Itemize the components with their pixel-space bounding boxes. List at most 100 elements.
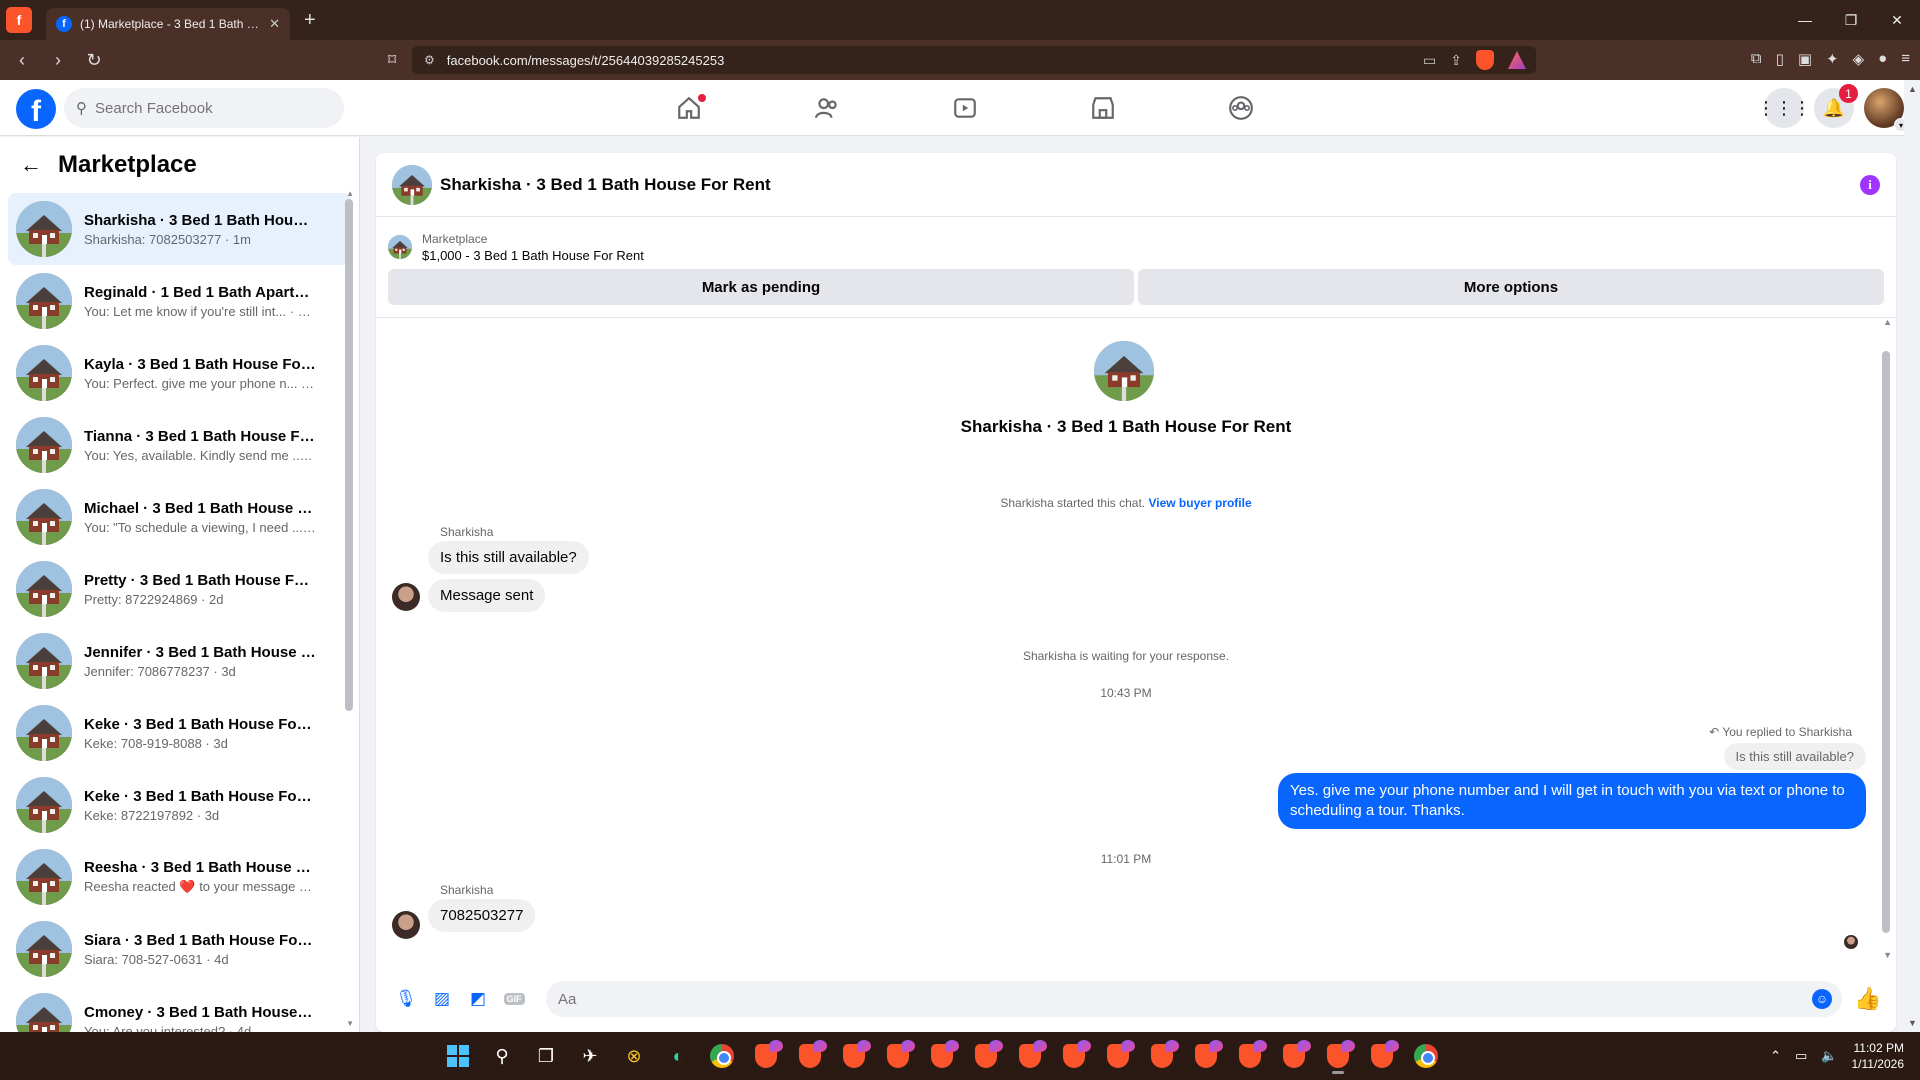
listing-summary[interactable]: Marketplace $1,000 - 3 Bed 1 Bath House … <box>376 217 1896 269</box>
start-button[interactable] <box>440 1038 476 1074</box>
conversation-item[interactable]: Reesha · 3 Bed 1 Bath House For Rent Rees… <box>8 841 351 913</box>
sender-avatar[interactable] <box>392 583 420 611</box>
conversation-item[interactable]: Jennifer · 3 Bed 1 Bath House For Rent Je… <box>8 625 351 697</box>
intro-avatar[interactable] <box>1094 341 1154 401</box>
search-box[interactable]: ⚲ <box>64 88 344 128</box>
taskbar-search-icon[interactable]: ⚲ <box>484 1038 520 1074</box>
message-bubble[interactable]: Is this still available? <box>428 541 589 574</box>
conversation-item[interactable]: Michael · 3 Bed 1 Bath House For Rent You… <box>8 481 351 553</box>
chat-scrollbar[interactable] <box>1882 351 1890 933</box>
edge-icon[interactable]: ◐ <box>660 1038 696 1074</box>
minimize-icon[interactable]: — <box>1782 0 1828 40</box>
scroll-up-icon[interactable]: ▲ <box>346 189 354 198</box>
app-icon[interactable]: ✈ <box>572 1038 608 1074</box>
close-window-icon[interactable]: ✕ <box>1874 0 1920 40</box>
cast-icon[interactable]: ▭ <box>1423 52 1436 69</box>
conversation-item[interactable]: Keke · 3 Bed 1 Bath House For Rent Keke: … <box>8 769 351 841</box>
brave-taskbar-icon[interactable] <box>1012 1038 1048 1074</box>
message-bubble[interactable]: 7082503277 <box>428 899 536 932</box>
more-options-button[interactable]: More options <box>1138 269 1884 305</box>
leo-ai-icon[interactable]: ✦ <box>1826 50 1839 68</box>
gif-icon[interactable]: GIF <box>496 981 532 1017</box>
brave-taskbar-icon[interactable] <box>924 1038 960 1074</box>
address-bar[interactable]: ⚙ facebook.com/messages/t/25644039285245… <box>412 46 1536 74</box>
brave-taskbar-icon[interactable] <box>1144 1038 1180 1074</box>
share-icon[interactable]: ⇪ <box>1450 52 1462 69</box>
brave-taskbar-icon[interactable] <box>968 1038 1004 1074</box>
thumbs-up-icon[interactable]: 👍 <box>1850 981 1886 1017</box>
chat-avatar[interactable] <box>392 164 432 205</box>
tray-chevron-up-icon[interactable]: ⌃ <box>1770 1048 1781 1064</box>
brave-shields-icon[interactable] <box>1476 50 1494 70</box>
conversation-item[interactable]: Siara · 3 Bed 1 Bath House For Rent Siara… <box>8 913 351 985</box>
nav-friends[interactable] <box>758 80 896 136</box>
notifications-button[interactable]: 🔔 1 <box>1814 84 1858 128</box>
vpn-icon[interactable]: ◈ <box>1853 50 1865 68</box>
conversation-item[interactable]: Keke · 3 Bed 1 Bath House For Rent Keke: … <box>8 697 351 769</box>
profile-icon[interactable]: ● <box>1878 50 1887 68</box>
brave-taskbar-icon[interactable] <box>1100 1038 1136 1074</box>
brave-taskbar-icon[interactable] <box>748 1038 784 1074</box>
brave-taskbar-icon[interactable] <box>792 1038 828 1074</box>
scroll-down-icon[interactable]: ▼ <box>346 1019 354 1028</box>
page-scrollbar[interactable]: ▲ ▼ <box>1904 80 1920 1032</box>
conversation-item[interactable]: Cmoney · 3 Bed 1 Bath House For Rent You:… <box>8 985 351 1032</box>
facebook-logo-icon[interactable]: f <box>16 89 56 129</box>
chrome-taskbar-icon[interactable] <box>1408 1038 1444 1074</box>
sticker-icon[interactable]: ◩ <box>460 981 496 1017</box>
tab-close-icon[interactable]: ✕ <box>269 16 280 32</box>
microphone-icon[interactable]: 🎙 <box>388 981 424 1017</box>
brave-menu-icon[interactable]: f <box>6 7 32 33</box>
message-input[interactable] <box>558 990 1458 1008</box>
search-input[interactable] <box>95 99 295 117</box>
nav-marketplace[interactable] <box>1034 80 1172 136</box>
quoted-message[interactable]: Is this still available? <box>1723 743 1866 770</box>
menu-icon[interactable]: ≡ <box>1901 50 1910 68</box>
conversation-item[interactable]: Sharkisha · 3 Bed 1 Bath House For Rent S… <box>8 193 351 265</box>
back-icon[interactable]: ‹ <box>8 46 36 74</box>
photo-icon[interactable]: ▨ <box>424 981 460 1017</box>
brave-taskbar-icon[interactable] <box>880 1038 916 1074</box>
nav-groups[interactable] <box>1172 80 1310 136</box>
conversation-item[interactable]: Kayla · 3 Bed 1 Bath House For Rent You: … <box>8 337 351 409</box>
extension-icon[interactable]: ⧉ <box>1751 50 1762 68</box>
page-scroll-down-icon[interactable]: ▼ <box>1908 1018 1917 1028</box>
forward-icon[interactable]: › <box>44 46 72 74</box>
view-buyer-profile-link[interactable]: View buyer profile <box>1148 496 1251 510</box>
reload-icon[interactable]: ↻ <box>80 46 108 74</box>
brave-taskbar-icon[interactable] <box>1364 1038 1400 1074</box>
browser-tab-active[interactable]: f (1) Marketplace - 3 Bed 1 Bath House ✕ <box>46 8 290 40</box>
bookmark-icon[interactable]: ⌑ <box>388 50 396 70</box>
mark-as-pending-button[interactable]: Mark as pending <box>388 269 1134 305</box>
message-bubble[interactable]: Message sent <box>428 579 546 612</box>
task-view-icon[interactable]: ❐ <box>528 1038 564 1074</box>
sidebar-toggle-icon[interactable]: ▯ <box>1776 50 1784 68</box>
brave-taskbar-icon[interactable] <box>1188 1038 1224 1074</box>
my-message-bubble[interactable]: Yes. give me your phone number and I wil… <box>1278 773 1866 829</box>
back-arrow-icon[interactable]: ← <box>20 152 42 178</box>
brave-taskbar-icon-active[interactable] <box>1320 1038 1356 1074</box>
brave-taskbar-icon[interactable] <box>1276 1038 1312 1074</box>
volume-icon[interactable]: 🔈 <box>1821 1048 1837 1064</box>
new-tab-button[interactable]: + <box>304 9 316 32</box>
nav-video[interactable] <box>896 80 1034 136</box>
restore-icon[interactable]: ❐ <box>1828 0 1874 40</box>
page-scroll-up-icon[interactable]: ▲ <box>1908 84 1917 94</box>
chat-title[interactable]: Sharkisha · 3 Bed 1 Bath House For Rent <box>440 175 771 195</box>
network-icon[interactable]: ▭ <box>1795 1048 1807 1064</box>
chrome-taskbar-icon[interactable] <box>704 1038 740 1074</box>
menu-grid-button[interactable]: ⋮⋮⋮ <box>1757 88 1811 128</box>
brave-taskbar-icon[interactable] <box>836 1038 872 1074</box>
brave-taskbar-icon[interactable] <box>1056 1038 1092 1074</box>
clock[interactable]: 11:02 PM 1/11/2026 <box>1852 1040 1905 1072</box>
chat-scroll-up-icon[interactable]: ▲ <box>1883 317 1892 327</box>
site-info-icon[interactable]: ⚙ <box>424 53 435 67</box>
brave-rewards-icon[interactable]: 1 <box>1508 51 1526 69</box>
account-avatar[interactable]: ▾ <box>1864 88 1908 132</box>
info-icon[interactable]: i <box>1860 175 1880 195</box>
sidebar-scrollbar[interactable] <box>345 199 353 711</box>
conversation-item[interactable]: Tianna · 3 Bed 1 Bath House For Rent You:… <box>8 409 351 481</box>
conversation-item[interactable]: Pretty · 3 Bed 1 Bath House For Rent Pret… <box>8 553 351 625</box>
brave-taskbar-icon[interactable] <box>1232 1038 1268 1074</box>
wallet-icon[interactable]: ▣ <box>1798 50 1812 68</box>
